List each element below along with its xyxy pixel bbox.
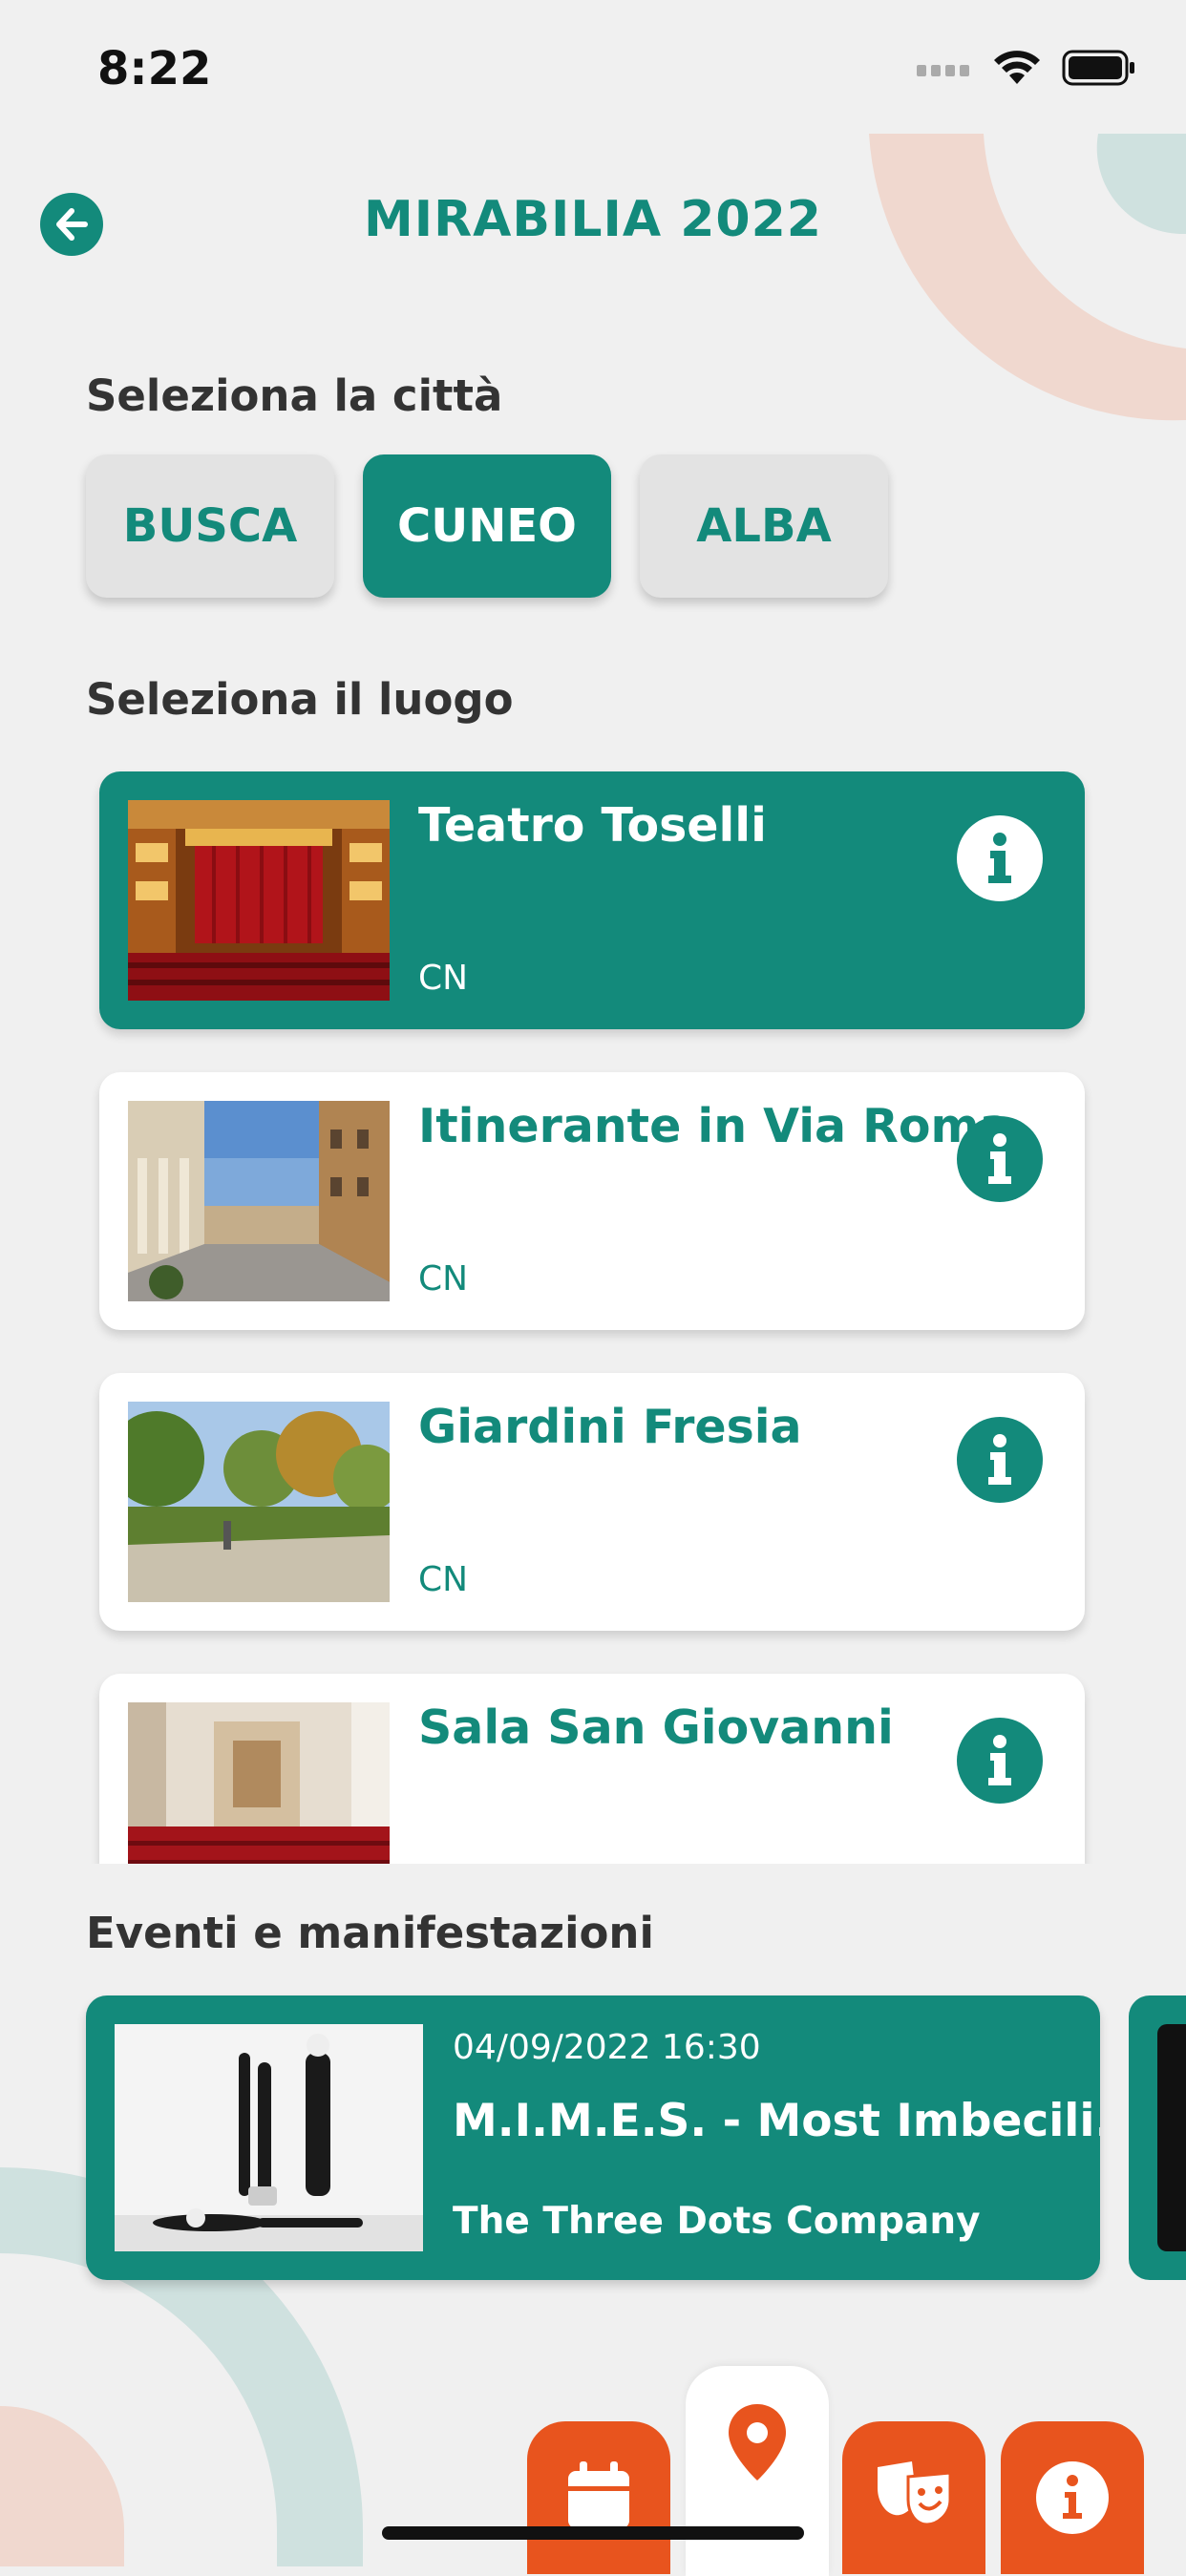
tab-events[interactable]	[842, 2421, 985, 2574]
event-photo-next	[1157, 2024, 1186, 2251]
event-card[interactable]: 04/09/2022 16:30 M.I.M.E.S. - Most Imbec…	[86, 1995, 1100, 2280]
venue-photo-theater	[128, 800, 390, 1001]
city-button-cuneo[interactable]: CUNEO	[363, 454, 611, 598]
info-icon	[988, 1133, 1011, 1184]
venue-photo-hall	[128, 1702, 390, 1864]
calendar-icon	[568, 2461, 629, 2528]
info-icon	[1036, 2461, 1109, 2534]
city-button-alba[interactable]: ALBA	[640, 454, 888, 598]
venue-card-teatro-toselli[interactable]: Teatro Toselli CN	[99, 771, 1085, 1029]
home-indicator	[382, 2526, 804, 2540]
info-icon	[988, 1434, 1011, 1485]
tab-map[interactable]	[686, 2366, 829, 2576]
theater-masks-icon	[878, 2461, 952, 2526]
venue-province: CN	[418, 1560, 469, 1599]
venue-info-button[interactable]	[957, 1116, 1043, 1202]
city-section-label: Seleziona la città	[86, 370, 503, 421]
venue-section-label: Seleziona il luogo	[86, 674, 514, 725]
event-title: M.I.M.E.S. - Most Imbecili...	[453, 2095, 1100, 2147]
venue-photo-garden	[128, 1402, 390, 1602]
venue-info-button[interactable]	[957, 1417, 1043, 1503]
event-company: The Three Dots Company	[453, 2200, 981, 2243]
venue-province: CN	[418, 1259, 469, 1299]
event-card-next[interactable]	[1129, 1995, 1186, 2280]
status-time: 8:22	[97, 42, 212, 95]
venue-province: CN	[418, 1861, 468, 1864]
decorative-arcs-top	[869, 134, 1186, 421]
wifi-icon	[994, 51, 1040, 84]
venue-name: Sala San Giovanni	[418, 1700, 894, 1755]
event-datetime: 04/09/2022 16:30	[453, 2028, 761, 2067]
venue-card-via-roma[interactable]: Itinerante in Via Roma CN	[99, 1072, 1085, 1330]
venue-photo-street	[128, 1101, 390, 1301]
venue-name: Teatro Toselli	[418, 798, 767, 853]
map-pin-icon	[729, 2404, 786, 2481]
venue-province: CN	[418, 959, 469, 998]
info-icon	[988, 1735, 1011, 1785]
tab-info[interactable]	[1001, 2421, 1144, 2574]
events-section-label: Eventi e manifestazioni	[86, 1908, 654, 1958]
venue-info-button[interactable]	[957, 1718, 1043, 1804]
signal-icon	[917, 65, 969, 76]
venue-card-sala-san-giovanni[interactable]: Sala San Giovanni CN	[99, 1674, 1085, 1864]
venue-name: Itinerante in Via Roma	[418, 1099, 1011, 1153]
venue-info-button[interactable]	[957, 815, 1043, 901]
venue-name: Giardini Fresia	[418, 1400, 802, 1454]
info-icon	[988, 833, 1011, 883]
venue-list[interactable]: Teatro Toselli CN Itinerante in Via Roma…	[86, 754, 1098, 1864]
city-button-busca[interactable]: BUSCA	[86, 454, 334, 598]
tab-calendar[interactable]	[527, 2421, 670, 2574]
status-icons	[917, 50, 1136, 86]
venue-card-giardini-fresia[interactable]: Giardini Fresia CN	[99, 1373, 1085, 1631]
city-selector: BUSCA CUNEO ALBA	[86, 454, 888, 598]
page-title: MIRABILIA 2022	[364, 191, 822, 248]
event-photo-mimes	[115, 2024, 423, 2251]
battery-icon	[1062, 50, 1134, 86]
